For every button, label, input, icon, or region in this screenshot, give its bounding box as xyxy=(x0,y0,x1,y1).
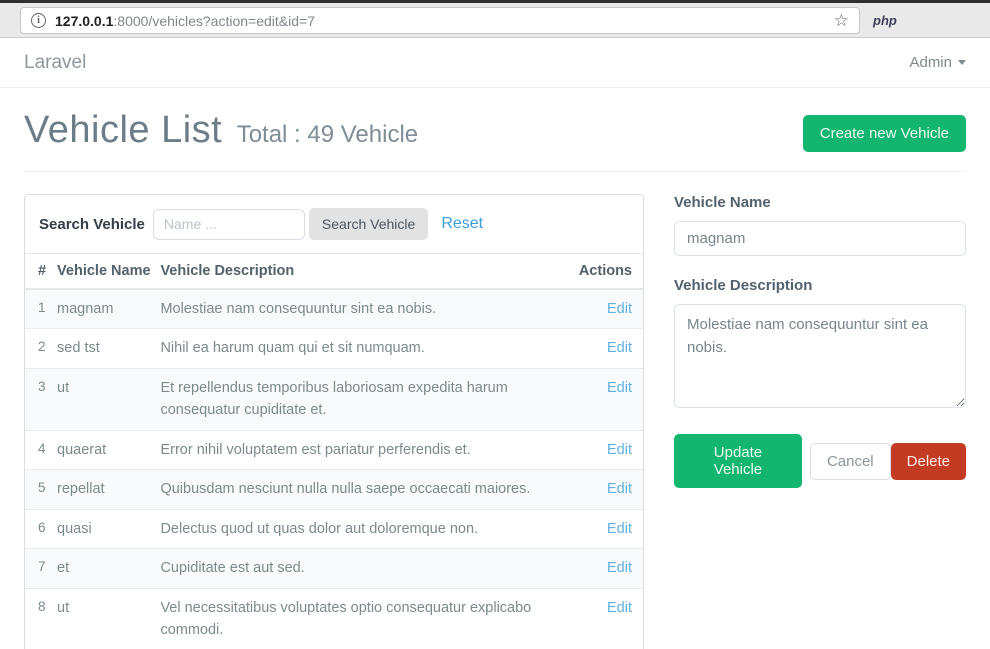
table-row: 6quasiDelectus quod ut quas dolor aut do… xyxy=(25,509,643,548)
navbar: Laravel Admin xyxy=(0,38,990,88)
cancel-button[interactable]: Cancel xyxy=(810,443,891,480)
vehicle-name-cell: repellat xyxy=(57,470,160,509)
page-info-icon[interactable]: i xyxy=(31,13,46,28)
browser-chrome: i 127.0.0.1:8000/vehicles?action=edit&id… xyxy=(0,0,990,38)
brand-logo[interactable]: Laravel xyxy=(24,52,86,74)
vehicle-name-label: Vehicle Name xyxy=(674,194,966,211)
create-vehicle-button[interactable]: Create new Vehicle xyxy=(803,115,966,152)
delete-button[interactable]: Delete xyxy=(891,443,966,480)
user-dropdown-label: Admin xyxy=(909,54,952,71)
vehicle-name-cell: quasi xyxy=(57,509,160,548)
row-number: 8 xyxy=(25,588,57,649)
edit-link[interactable]: Edit xyxy=(607,521,632,537)
vehicle-description-textarea[interactable]: Molestiae nam consequuntur sint ea nobis… xyxy=(674,304,966,408)
table-row: 8utVel necessitatibus voluptates optio c… xyxy=(25,588,643,649)
vehicle-description-cell: Et repellendus temporibus laboriosam exp… xyxy=(160,368,578,430)
vehicle-name-cell: magnam xyxy=(57,289,160,329)
table-row: 7etCupiditate est aut sed. Edit xyxy=(25,549,643,588)
col-header-number: # xyxy=(25,254,57,290)
vehicle-description-cell: Quibusdam nesciunt nulla nulla saepe occ… xyxy=(160,470,578,509)
row-number: 2 xyxy=(25,329,57,368)
bookmark-star-icon[interactable]: ☆ xyxy=(834,11,849,31)
vehicle-description-cell: Molestiae nam consequuntur sint ea nobis… xyxy=(160,289,578,329)
vehicle-name-cell: quaerat xyxy=(57,430,160,469)
col-header-actions: Actions xyxy=(579,254,643,290)
col-header-description: Vehicle Description xyxy=(160,254,578,290)
row-number: 4 xyxy=(25,430,57,469)
row-number: 7 xyxy=(25,549,57,588)
vehicle-name-cell: ut xyxy=(57,588,160,649)
vehicle-description-cell: Delectus quod ut quas dolor aut doloremq… xyxy=(160,509,578,548)
table-row: 3utEt repellendus temporibus laboriosam … xyxy=(25,368,643,430)
url-host: 127.0.0.1 xyxy=(55,13,113,29)
vehicle-name-cell: ut xyxy=(57,368,160,430)
update-vehicle-button[interactable]: Update Vehicle xyxy=(674,434,802,488)
edit-link[interactable]: Edit xyxy=(607,442,632,458)
table-header-row: # Vehicle Name Vehicle Description Actio… xyxy=(25,254,643,290)
row-number: 6 xyxy=(25,509,57,548)
vehicle-table: # Vehicle Name Vehicle Description Actio… xyxy=(25,253,643,649)
total-count-label: Total : 49 Vehicle xyxy=(237,121,418,148)
page-title: Vehicle List xyxy=(24,109,222,151)
reset-link[interactable]: Reset xyxy=(441,215,483,233)
vehicle-description-cell: Vel necessitatibus voluptates optio cons… xyxy=(160,588,578,649)
vehicle-name-cell: et xyxy=(57,549,160,588)
edit-link[interactable]: Edit xyxy=(607,600,632,616)
edit-vehicle-form: Vehicle Name Vehicle Description Molesti… xyxy=(674,194,966,488)
form-buttons: Update Vehicle Cancel Delete xyxy=(674,434,966,488)
chevron-down-icon xyxy=(958,60,966,65)
vehicle-description-label: Vehicle Description xyxy=(674,277,966,294)
edit-link[interactable]: Edit xyxy=(607,560,632,576)
browser-address-bar[interactable]: i 127.0.0.1:8000/vehicles?action=edit&id… xyxy=(20,7,860,34)
table-row: 4quaeratError nihil voluptatem est paria… xyxy=(25,430,643,469)
url-text[interactable]: 127.0.0.1:8000/vehicles?action=edit&id=7 xyxy=(55,13,826,29)
edit-link[interactable]: Edit xyxy=(607,481,632,497)
search-bar: Search Vehicle Search Vehicle Reset xyxy=(25,195,643,253)
table-row: 5repellatQuibusdam nesciunt nulla nulla … xyxy=(25,470,643,509)
page-header: Vehicle List Total : 49 Vehicle Create n… xyxy=(24,88,966,152)
table-row: 1magnamMolestiae nam consequuntur sint e… xyxy=(25,289,643,329)
search-button[interactable]: Search Vehicle xyxy=(309,208,428,240)
table-row: 2sed tstNihil ea harum quam qui et sit n… xyxy=(25,329,643,368)
vehicle-description-cell: Error nihil voluptatem est pariatur perf… xyxy=(160,430,578,469)
edit-link[interactable]: Edit xyxy=(607,380,632,396)
row-number: 1 xyxy=(25,289,57,329)
search-label: Search Vehicle xyxy=(39,216,145,233)
php-extension-badge[interactable]: php xyxy=(873,13,897,28)
header-divider xyxy=(24,171,966,172)
row-number: 3 xyxy=(25,368,57,430)
url-path: :8000/vehicles?action=edit&id=7 xyxy=(113,13,315,29)
vehicle-description-cell: Cupiditate est aut sed. xyxy=(160,549,578,588)
vehicle-name-input[interactable] xyxy=(674,221,966,256)
vehicle-list-panel: Search Vehicle Search Vehicle Reset # Ve… xyxy=(24,194,644,649)
row-number: 5 xyxy=(25,470,57,509)
search-input[interactable] xyxy=(153,209,305,240)
vehicle-table-body: 1magnamMolestiae nam consequuntur sint e… xyxy=(25,289,643,649)
edit-link[interactable]: Edit xyxy=(607,340,632,356)
vehicle-name-cell: sed tst xyxy=(57,329,160,368)
user-dropdown[interactable]: Admin xyxy=(909,54,966,71)
edit-link[interactable]: Edit xyxy=(607,301,632,317)
col-header-name: Vehicle Name xyxy=(57,254,160,290)
vehicle-description-cell: Nihil ea harum quam qui et sit numquam. xyxy=(160,329,578,368)
